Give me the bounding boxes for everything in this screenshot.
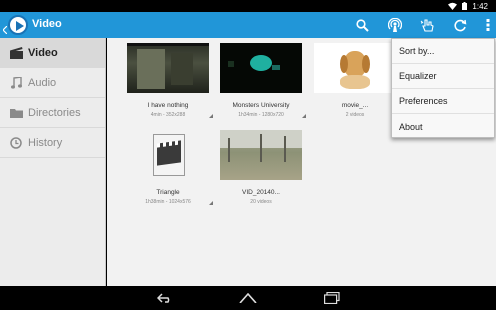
sidebar: Video Audio Directories History <box>0 38 106 286</box>
sidebar-item-history[interactable]: History <box>0 128 105 158</box>
video-tile[interactable]: VID_20140... 20 videos <box>216 130 306 205</box>
tile-options-icon[interactable] <box>209 114 213 118</box>
menu-item-preferences[interactable]: Preferences <box>392 89 494 114</box>
wifi-stream-icon[interactable] <box>387 17 403 33</box>
app-logo-icon[interactable] <box>8 15 28 35</box>
video-meta: 20 videos <box>250 199 272 205</box>
search-icon[interactable] <box>354 17 370 33</box>
video-title: VID_20140... <box>242 189 280 196</box>
status-bar: 1:42 <box>0 0 496 12</box>
video-meta: 2 videos <box>345 112 365 118</box>
video-tile[interactable]: Triangle 1h38min - 1024x576 <box>123 130 213 205</box>
sidebar-item-label: Video <box>28 46 58 59</box>
action-bar: Video <box>0 12 496 38</box>
up-caret-icon[interactable] <box>2 21 8 35</box>
menu-item-equalizer[interactable]: Equalizer <box>392 64 494 89</box>
navigation-bar <box>0 286 496 310</box>
app-title: Video <box>32 18 62 30</box>
folder-icon <box>9 106 23 120</box>
video-meta: 4min - 352x288 <box>150 112 186 118</box>
video-thumbnail <box>314 43 396 93</box>
tile-options-icon[interactable] <box>302 114 306 118</box>
video-thumbnail <box>127 130 209 180</box>
music-note-icon <box>9 76 23 90</box>
video-title: I have nothing <box>147 102 189 109</box>
video-thumbnail <box>220 130 302 180</box>
refresh-icon[interactable] <box>452 17 468 33</box>
video-title: movie_... <box>341 102 369 109</box>
sidebar-item-label: Audio <box>28 76 57 89</box>
tile-options-icon[interactable] <box>209 201 213 205</box>
menu-item-about[interactable]: About <box>392 114 494 139</box>
video-thumbnail <box>127 43 209 93</box>
sidebar-item-directories[interactable]: Directories <box>0 98 105 128</box>
video-tile[interactable]: I have nothing 4min - 352x288 <box>123 43 213 118</box>
sidebar-item-label: Directories <box>28 106 81 119</box>
recents-icon[interactable] <box>323 291 341 305</box>
sidebar-item-video[interactable]: Video <box>0 38 105 68</box>
battery-icon <box>462 2 468 10</box>
clock-icon <box>9 136 23 150</box>
sidebar-item-label: History <box>28 136 63 149</box>
clock-time: 1:42 <box>472 1 488 11</box>
video-meta: 1h38min - 1024x576 <box>145 199 191 205</box>
overflow-menu: Sort by... Equalizer Preferences About <box>391 38 495 138</box>
wifi-signal-icon <box>448 2 458 10</box>
video-thumbnail <box>220 43 302 93</box>
menu-item-sort-by[interactable]: Sort by... <box>392 39 494 64</box>
home-icon[interactable] <box>239 291 257 305</box>
video-meta: 1h34min - 1280x720 <box>238 112 284 118</box>
video-title: Triangle <box>156 189 180 196</box>
back-icon[interactable] <box>156 291 174 305</box>
video-tile[interactable]: Monsters University 1h34min - 1280x720 <box>216 43 306 118</box>
video-tile[interactable]: movie_... 2 videos <box>310 43 400 118</box>
hand-touch-icon[interactable] <box>419 17 435 33</box>
video-title: Monsters University <box>232 102 290 109</box>
overflow-menu-icon[interactable] <box>480 17 496 33</box>
sidebar-item-audio[interactable]: Audio <box>0 68 105 98</box>
status-icons: 1:42 <box>448 0 488 12</box>
film-icon <box>9 46 23 60</box>
